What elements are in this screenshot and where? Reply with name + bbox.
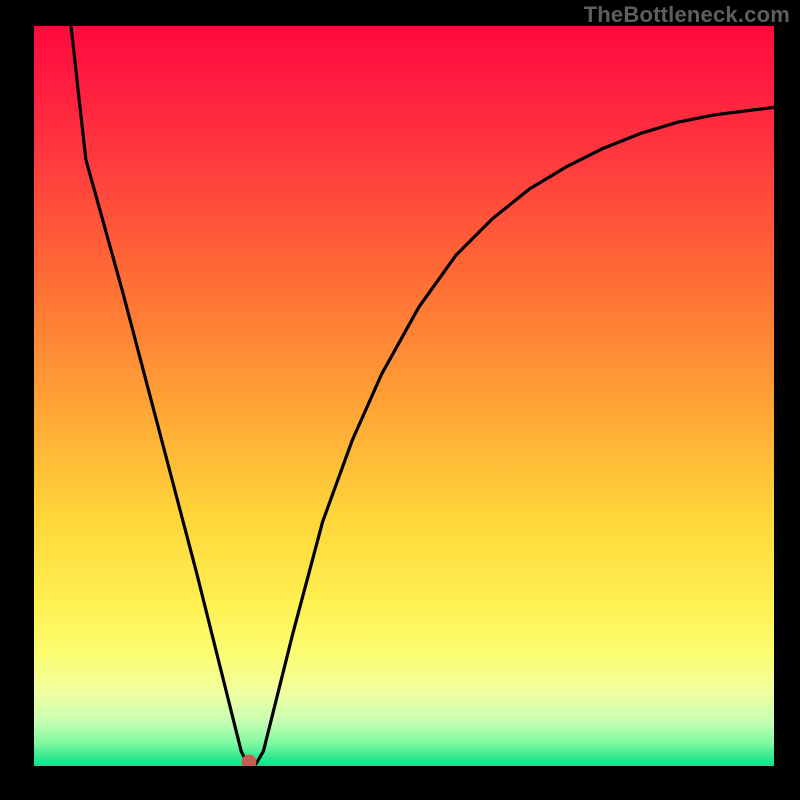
- chart-frame: TheBottleneck.com: [0, 0, 800, 800]
- curve-path: [71, 26, 774, 766]
- plot-area: [34, 26, 774, 766]
- marker-dot: [241, 755, 256, 766]
- curve-line: [34, 26, 774, 766]
- watermark-text: TheBottleneck.com: [584, 2, 790, 28]
